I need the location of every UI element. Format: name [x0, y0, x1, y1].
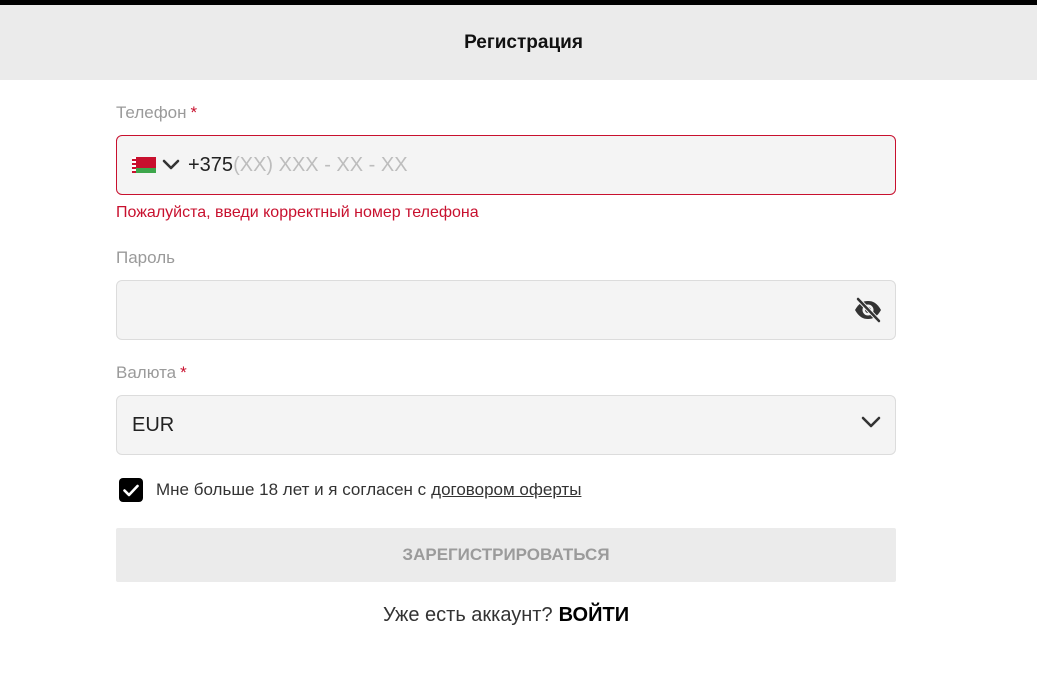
agreement-row: Мне больше 18 лет и я согласен с договор…: [119, 478, 581, 502]
login-prompt: Уже есть аккаунт?: [382, 604, 553, 626]
required-mark: *: [180, 363, 187, 382]
required-mark: *: [190, 103, 198, 122]
page-title: Регистрация: [464, 31, 583, 53]
login-row: Уже есть аккаунт? ВОЙТИ: [116, 604, 896, 627]
phone-label: Телефон *: [116, 103, 197, 123]
offer-agreement-link[interactable]: договором оферты: [431, 480, 581, 500]
register-button[interactable]: ЗАРЕГИСТРИРОВАТЬСЯ: [116, 528, 896, 582]
currency-label: Валюта *: [116, 363, 187, 383]
currency-selected-value[interactable]: EUR: [132, 414, 174, 437]
currency-select[interactable]: EUR: [116, 395, 896, 455]
agreement-checkbox[interactable]: [119, 478, 143, 502]
header: Регистрация: [0, 5, 1037, 80]
password-label: Пароль: [116, 248, 175, 268]
eye-off-icon[interactable]: [853, 295, 883, 325]
password-label-text: Пароль: [116, 248, 175, 267]
agreement-text: Мне больше 18 лет и я согласен с: [156, 480, 427, 499]
phone-error-message: Пожалуйста, введи корректный номер телеф…: [116, 204, 479, 221]
phone-field[interactable]: +375 (XX) XXX - XX - XX: [116, 135, 896, 195]
currency-label-text: Валюта: [116, 363, 177, 382]
phone-label-text: Телефон: [116, 103, 187, 122]
chevron-down-icon[interactable]: [162, 159, 180, 171]
phone-prefix[interactable]: +375: [188, 154, 233, 177]
password-field[interactable]: [116, 280, 896, 340]
login-link[interactable]: ВОЙТИ: [559, 604, 629, 626]
chevron-down-icon[interactable]: [861, 416, 881, 430]
belarus-flag-icon[interactable]: [132, 157, 156, 173]
checkmark-icon: [123, 484, 139, 496]
phone-input[interactable]: (XX) XXX - XX - XX: [233, 154, 407, 177]
